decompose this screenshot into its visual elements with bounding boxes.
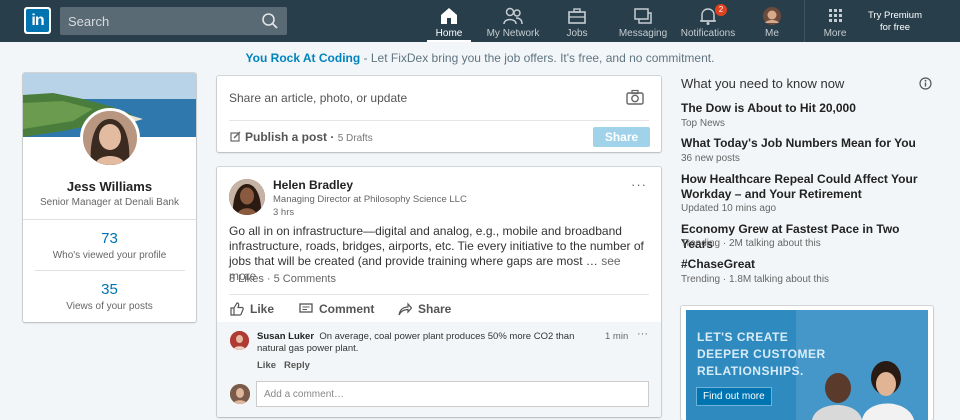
post-author-headline: Managing Director at Philosophy Science …	[273, 194, 467, 205]
my-avatar	[230, 384, 250, 404]
drafts-count[interactable]: 5 Drafts	[338, 133, 373, 144]
nav-home-label: Home	[435, 28, 463, 39]
ad-line: DEEPER CUSTOMER	[697, 347, 826, 361]
nav-jobs[interactable]: Jobs	[557, 0, 597, 42]
network-icon	[503, 7, 523, 25]
comment-time: 1 min	[605, 331, 629, 342]
comment-text-block: Susan Luker On average, coal power plant…	[257, 331, 592, 355]
post-more-menu[interactable]: ···	[631, 177, 647, 192]
ad-line: LET'S CREATE	[697, 330, 789, 344]
profile-avatar[interactable]	[80, 108, 140, 168]
nav-messaging[interactable]: Messaging	[617, 0, 669, 42]
news-item-title[interactable]: What Today's Job Numbers Mean for You	[681, 136, 921, 151]
post-share-button[interactable]: Share	[398, 302, 451, 316]
avatar	[763, 7, 781, 25]
like-icon	[230, 302, 244, 316]
nav-network-label: My Network	[486, 28, 540, 39]
promo-text: - Let FixDex bring you the job offers. I…	[360, 51, 715, 65]
share-button[interactable]: Share	[593, 127, 650, 147]
post-stats[interactable]: 8 Likes · 5 Comments	[229, 273, 336, 285]
commenter-avatar[interactable]	[230, 331, 249, 350]
news-item-sub: Trending · 1.8M talking about this	[681, 274, 830, 285]
share-arrow-icon	[398, 302, 412, 316]
profile-views-count[interactable]: 73	[23, 230, 196, 247]
top-navigation-bar: in Home My Network Jobs Messaging 2 Noti…	[0, 0, 960, 42]
comment-button[interactable]: Comment	[299, 302, 374, 316]
share-box: Share an article, photo, or update Publi…	[217, 76, 661, 152]
share-prompt[interactable]: Share an article, photo, or update	[229, 91, 407, 105]
premium-line-2: for free	[879, 22, 911, 33]
profile-divider	[23, 219, 196, 220]
share-divider	[229, 120, 649, 121]
sponsored-ad[interactable]: LET'S CREATE DEEPER CUSTOMER RELATIONSHI…	[681, 306, 933, 420]
nav-home[interactable]: Home	[427, 0, 471, 42]
news-item-sub: 36 new posts	[681, 153, 740, 164]
news-item-sub: Updated 10 mins ago	[681, 203, 777, 214]
post-author-avatar[interactable]	[229, 179, 265, 215]
news-item-title[interactable]: The Dow is About to Hit 20,000	[681, 101, 921, 116]
nav-messaging-label: Messaging	[618, 28, 668, 39]
news-item-sub: Trending · 2M talking about this	[681, 238, 821, 249]
linkedin-logo[interactable]: in	[24, 7, 51, 34]
messaging-icon	[634, 8, 652, 24]
info-icon[interactable]	[919, 77, 932, 90]
add-comment-input[interactable]	[256, 381, 649, 407]
post-share-label: Share	[418, 302, 452, 316]
like-button[interactable]: Like	[230, 302, 274, 316]
ad-image[interactable]: LET'S CREATE DEEPER CUSTOMER RELATIONSHI…	[686, 310, 928, 420]
nav-divider	[804, 0, 805, 42]
nav-notifications[interactable]: 2 Notifications	[679, 0, 737, 42]
feed-post: Helen Bradley Managing Director at Philo…	[217, 167, 661, 417]
nav-me[interactable]: Me	[756, 0, 788, 42]
post-text: Go all in on infrastructure—digital and …	[229, 224, 644, 268]
search-icon[interactable]	[261, 12, 279, 30]
ad-line: RELATIONSHIPS.	[697, 364, 804, 378]
try-premium-link[interactable]: Try Premium for free	[860, 10, 930, 34]
briefcase-icon	[568, 8, 586, 24]
ad-cta-button[interactable]: Find out more	[696, 387, 772, 406]
search-input[interactable]	[60, 7, 260, 35]
comment-actions: Like Reply	[257, 360, 318, 371]
profile-name[interactable]: Jess Williams	[23, 179, 196, 194]
comments-section: Susan Luker On average, coal power plant…	[217, 322, 661, 417]
profile-title: Senior Manager at Denali Bank	[40, 197, 179, 208]
nav-more-label: More	[823, 28, 847, 39]
post-divider	[229, 294, 649, 295]
pencil-icon	[230, 131, 241, 142]
comment-like-button[interactable]: Like	[257, 360, 276, 371]
news-item-sub: Top News	[681, 118, 725, 129]
news-item-title[interactable]: #ChaseGreat	[681, 257, 921, 272]
publish-label: Publish a post	[245, 130, 328, 144]
search-box	[60, 7, 287, 35]
post-author-name[interactable]: Helen Bradley	[273, 178, 353, 192]
home-icon	[441, 8, 457, 24]
news-item-title[interactable]: How Healthcare Repeal Could Affect Your …	[681, 172, 921, 202]
comment-icon	[299, 303, 313, 313]
post-views-label[interactable]: Views of your posts	[23, 301, 196, 312]
nav-me-label: Me	[765, 28, 779, 39]
camera-icon[interactable]	[626, 89, 644, 105]
comment-more-menu[interactable]: ···	[637, 328, 648, 340]
comment-label: Comment	[319, 302, 375, 316]
post-timestamp: 3 hrs	[273, 207, 295, 218]
notification-badge: 2	[715, 4, 727, 16]
commenter-name[interactable]: Susan Luker	[257, 331, 314, 342]
profile-divider	[35, 270, 185, 271]
post-views-count[interactable]: 35	[23, 281, 196, 298]
publish-post-link[interactable]: Publish a post · 5 Drafts	[230, 130, 373, 144]
nav-more[interactable]: More	[817, 0, 853, 42]
nav-jobs-label: Jobs	[566, 28, 588, 39]
nav-notifications-label: Notifications	[680, 28, 736, 39]
premium-line-1: Try Premium	[867, 10, 922, 21]
nav-my-network[interactable]: My Network	[486, 0, 540, 42]
promo-link[interactable]: You Rock At Coding	[246, 51, 361, 65]
ad-headline: LET'S CREATE DEEPER CUSTOMER RELATIONSHI…	[697, 329, 826, 380]
profile-views-label[interactable]: Who's viewed your profile	[23, 250, 196, 261]
grid-icon	[829, 9, 842, 22]
profile-card: Jess Williams Senior Manager at Denali B…	[23, 73, 196, 322]
like-label: Like	[250, 302, 275, 316]
comment-reply-button[interactable]: Reply	[284, 360, 310, 371]
news-heading: What you need to know now	[681, 76, 845, 91]
promo-banner: You Rock At Coding - Let FixDex bring yo…	[0, 51, 960, 65]
